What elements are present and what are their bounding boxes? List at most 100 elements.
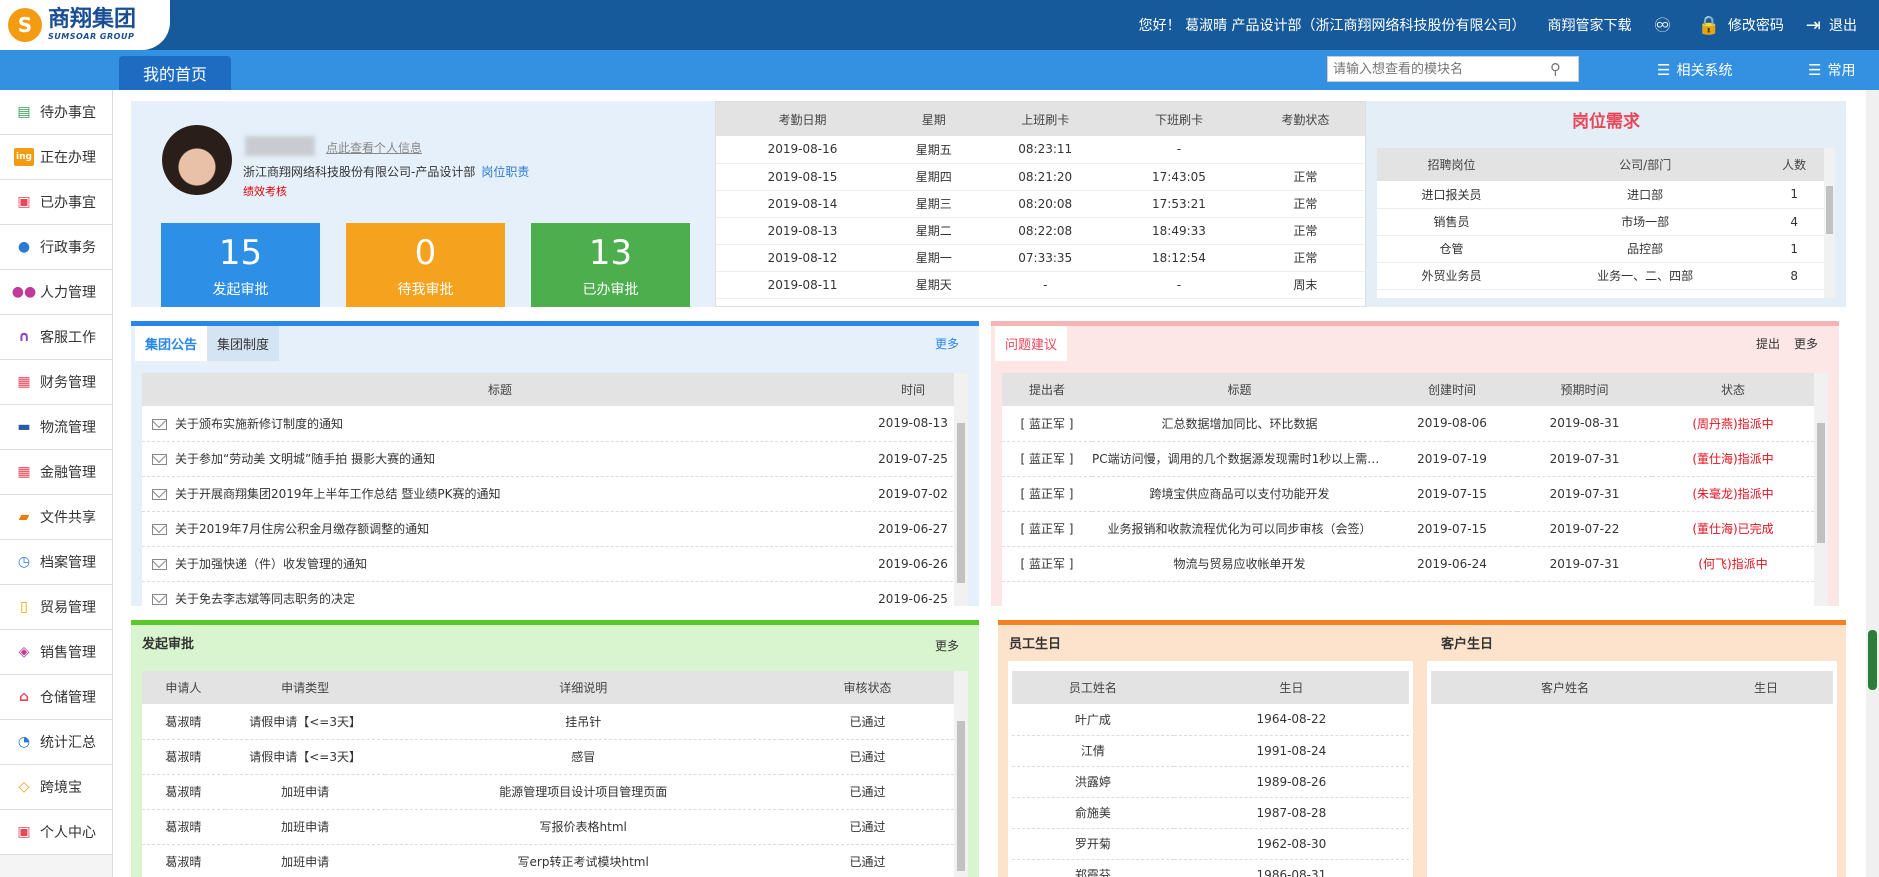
table-row[interactable]: 外贸业务员 业务一、二、四部 8 xyxy=(1377,262,1824,290)
notice-title[interactable]: 关于参加“劳动美 文明城”随手拍 摄影大赛的通知 xyxy=(175,452,435,466)
notice-date: 2019-07-02 xyxy=(858,476,968,512)
download-link[interactable]: 商翔管家下载 xyxy=(1548,15,1632,35)
table-row[interactable]: 葛淑晴 加班申请 写报价表格html 已通过 xyxy=(142,809,954,845)
sidebar-item-10[interactable]: ◷ 档案管理 xyxy=(0,540,112,585)
table-row[interactable]: [ 蓝正军 ] 业务报销和收款流程优化为可以同步审核（会签） 2019-07-15 2… xyxy=(1002,511,1814,547)
module-search: ⚲ xyxy=(1327,56,1579,82)
change-password-link[interactable]: 🔒 修改密码 xyxy=(1697,15,1783,36)
stat-pending[interactable]: 0 待我审批 xyxy=(346,223,505,307)
notice-more-link[interactable]: 更多 xyxy=(935,335,959,352)
table-row[interactable]: 销售员 市场一部 4 xyxy=(1377,208,1824,236)
approvals-col-3: 审核状态 xyxy=(780,671,954,704)
table-row: 2019-08-11 星期天 - - 周末 xyxy=(716,271,1365,299)
bell-icon[interactable]: ♾ xyxy=(1654,13,1672,37)
view-profile-link[interactable]: 点此查看个人信息 xyxy=(326,139,422,156)
performance-link[interactable]: 绩效考核 xyxy=(243,183,287,199)
truck-icon: ▬ xyxy=(17,419,31,435)
client-birthday-table: 客户姓名 生日 xyxy=(1427,661,1837,877)
table-row: 罗开菊 1962-08-30 xyxy=(1012,828,1409,860)
notice-title[interactable]: 关于开展商翔集团2019年上半年工作总结 暨业绩PK赛的通知 xyxy=(175,487,500,501)
issues-col-2: 创建时间 xyxy=(1387,373,1517,406)
issues-more-link[interactable]: 更多 xyxy=(1794,335,1818,352)
page-scrollbar[interactable] xyxy=(1866,90,1879,877)
logout-link[interactable]: ⇥ 退出 xyxy=(1806,15,1857,36)
search-icon[interactable]: ⚲ xyxy=(1550,60,1561,78)
house-icon: ⌂ xyxy=(18,689,30,705)
notice-title[interactable]: 关于免去李志斌等同志职务的决定 xyxy=(175,592,355,606)
related-systems-menu[interactable]: ☰ 相关系统 xyxy=(1657,50,1732,90)
sidebar-item-1[interactable]: ing 正在办理 xyxy=(0,135,112,180)
staff-birthday-table: 员工姓名 生日 叶广成 1964-08-22 江倩 1991-08-24 洪露婷 1989… xyxy=(1008,661,1413,877)
issues-submit-link[interactable]: 提出 xyxy=(1756,335,1780,352)
sidebar-item-9[interactable]: ▰ 文件共享 xyxy=(0,495,112,540)
stat-initiated[interactable]: 15 发起审批 xyxy=(161,223,320,307)
table-row[interactable]: [ 蓝正军 ] 跨境宝供应商品可以支付功能开发 2019-07-15 2019-07-… xyxy=(1002,476,1814,512)
approvals-scrollbar[interactable] xyxy=(954,671,968,877)
sidebar-item-15[interactable]: ◇ 跨境宝 xyxy=(0,765,112,810)
staff-birthday-title: 员工生日 xyxy=(1009,637,1062,652)
table-row[interactable]: 葛淑晴 请假申请【<=3天】 挂吊针 已通过 xyxy=(142,704,954,740)
table-row: 叶广成 1964-08-22 xyxy=(1012,704,1409,736)
issues-col-4: 状态 xyxy=(1652,373,1814,406)
sidebar-item-12[interactable]: ◈ 销售管理 xyxy=(0,630,112,675)
list-item[interactable]: 关于加强快递（件）收发管理的通知 2019-06-26 xyxy=(142,546,968,582)
table-row[interactable]: [ 蓝正军 ] 物流与贸易应收帐单开发 2019-06-24 2019-07-31 (何… xyxy=(1002,546,1814,582)
table-row[interactable]: 葛淑晴 请假申请【<=3天】 感冒 已通过 xyxy=(142,739,954,775)
tab-group-notice[interactable]: 集团公告 xyxy=(135,326,208,361)
notice-scrollbar[interactable] xyxy=(954,373,968,606)
job-scrollbar[interactable] xyxy=(1824,148,1835,298)
table-row[interactable]: 葛淑晴 加班申请 写erp转正考试模块html 已通过 xyxy=(142,844,954,877)
jobs-col-1: 公司/部门 xyxy=(1526,148,1765,181)
table-row: 俞施美 1987-08-28 xyxy=(1012,797,1409,829)
sidebar-item-2[interactable]: ▣ 已办事宜 xyxy=(0,180,112,225)
list-item[interactable]: 关于开展商翔集团2019年上半年工作总结 暨业绩PK赛的通知 2019-07-02 xyxy=(142,476,968,512)
sidebar-item-7[interactable]: ▬ 物流管理 xyxy=(0,405,112,450)
user-greeting: 您好！ 葛淑晴 产品设计部（浙江商翔网络科技股份有限公司） xyxy=(1138,18,1526,34)
list-item[interactable]: 关于颁布实施新修订制度的通知 2019-08-13 xyxy=(142,406,968,442)
tab-home[interactable]: 我的首页 xyxy=(119,56,231,90)
sidebar-item-6[interactable]: ▦ 财务管理 xyxy=(0,360,112,405)
clipboard-icon: ▣ xyxy=(17,194,31,210)
notice-date: 2019-06-26 xyxy=(858,546,968,582)
attendance-col-2: 上班刷卡 xyxy=(978,102,1113,136)
job-demand-title: 岗位需求 xyxy=(1572,112,1640,132)
sidebar-item-11[interactable]: ▯ 贸易管理 xyxy=(0,585,112,630)
tab-issues[interactable]: 问题建议 xyxy=(995,326,1068,361)
notice-date: 2019-06-27 xyxy=(858,511,968,547)
sidebar-item-label: 档案管理 xyxy=(40,555,96,571)
logo-mark-icon: S xyxy=(8,8,42,42)
sidebar-item-16[interactable]: ▣ 个人中心 xyxy=(0,810,112,855)
sidebar-item-3[interactable]: ● 行政事务 xyxy=(0,225,112,270)
notice-title[interactable]: 关于2019年7月住房公积金月缴存额调整的通知 xyxy=(175,522,429,536)
notice-title[interactable]: 关于颁布实施新修订制度的通知 xyxy=(175,417,343,431)
table-row[interactable]: 进口报关员 进口部 1 xyxy=(1377,181,1824,209)
birthdays-panel: 员工生日 客户生日 员工姓名 生日 叶广成 1964-08-22 江倩 1991-08… xyxy=(998,620,1846,877)
module-search-input[interactable] xyxy=(1328,58,1548,80)
job-duty-link[interactable]: 岗位职责 xyxy=(481,165,529,179)
avatar[interactable] xyxy=(162,125,232,195)
sidebar-item-13[interactable]: ⌂ 仓储管理 xyxy=(0,675,112,720)
table-row[interactable]: [ 蓝正军 ]PC端访问慢，调用的几个数据源发现需时1秒以上需做优化后...20… xyxy=(1002,441,1814,477)
sidebar-item-8[interactable]: ▦ 金融管理 xyxy=(0,450,112,495)
approvals-more-link[interactable]: 更多 xyxy=(935,637,959,654)
list-item[interactable]: 关于2019年7月住房公积金月缴存额调整的通知 2019-06-27 xyxy=(142,511,968,547)
company-logo[interactable]: S 商翔集团 SUMSOAR GROUP xyxy=(0,0,170,50)
stat-done[interactable]: 13 已办审批 xyxy=(531,223,690,307)
table-row[interactable]: 葛淑晴 加班申请 能源管理项目设计项目管理页面 已通过 xyxy=(142,774,954,810)
tab-group-rules[interactable]: 集团制度 xyxy=(207,326,280,361)
logo-text-cn: 商翔集团 xyxy=(48,7,137,32)
sidebar-item-4[interactable]: ●● 人力管理 xyxy=(0,270,112,315)
book-icon: ▤ xyxy=(17,104,31,120)
issues-scrollbar[interactable] xyxy=(1814,373,1828,606)
list-item[interactable]: 关于免去李志斌等同志职务的决定 2019-06-25 xyxy=(142,581,968,606)
sidebar-item-14[interactable]: ◔ 统计汇总 xyxy=(0,720,112,765)
sidebar-item-5[interactable]: ∩ 客服工作 xyxy=(0,315,112,360)
logo-text-en: SUMSOAR GROUP xyxy=(48,32,135,41)
sidebar-item-0[interactable]: ▤ 待办事宜 xyxy=(0,90,112,135)
list-item[interactable]: 关于参加“劳动美 文明城”随手拍 摄影大赛的通知 2019-07-25 xyxy=(142,441,968,477)
common-menu[interactable]: ☰ 常用 xyxy=(1808,50,1855,90)
menu-icon: ☰ xyxy=(1808,61,1822,79)
table-row[interactable]: 仓管 品控部 1 xyxy=(1377,235,1824,263)
table-row[interactable]: [ 蓝正军 ] 汇总数据增加同比、环比数据 2019-08-06 2019-08-31… xyxy=(1002,406,1814,442)
notice-title[interactable]: 关于加强快递（件）收发管理的通知 xyxy=(175,557,367,571)
